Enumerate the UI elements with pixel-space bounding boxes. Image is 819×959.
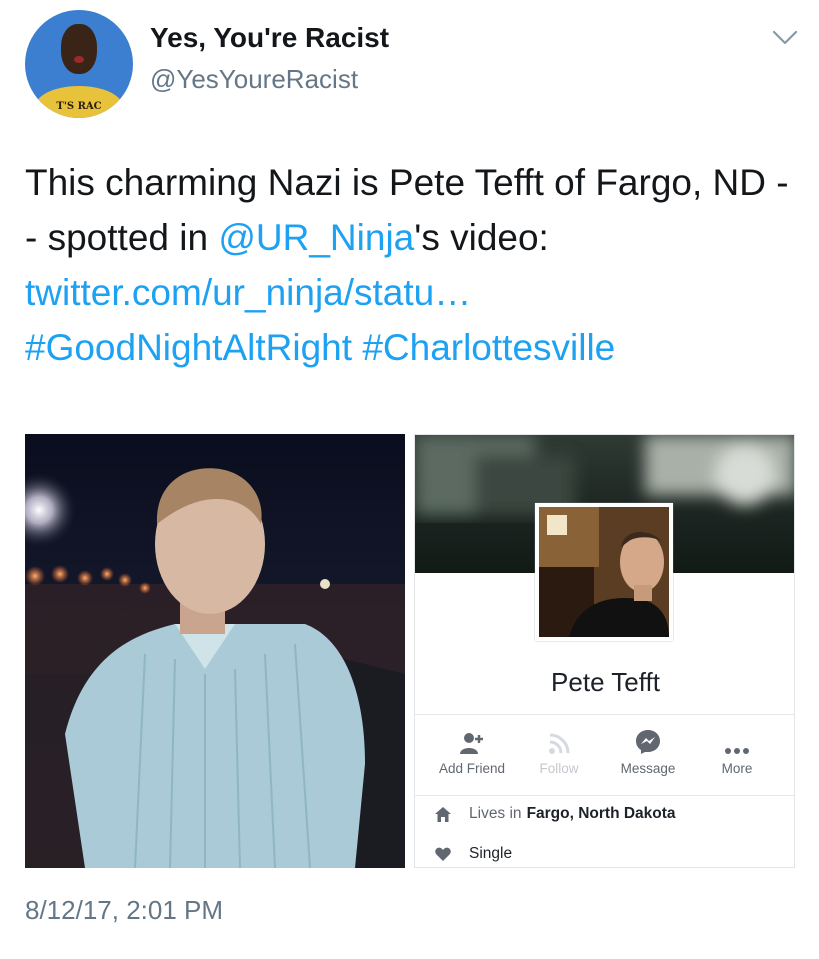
home-icon <box>433 806 453 822</box>
profile-photo-image <box>539 507 669 637</box>
more-button[interactable]: More <box>692 725 782 776</box>
avatar-face <box>61 24 97 74</box>
relationship-status: Single <box>469 845 513 862</box>
more-label: More <box>721 761 753 776</box>
follow-button[interactable]: Follow <box>514 725 604 776</box>
avatar-mouth <box>74 56 84 63</box>
mention-link[interactable]: @UR_Ninja <box>218 217 414 258</box>
lives-in-prefix: Lives in <box>469 805 522 822</box>
profile-name[interactable]: Pete Tefft <box>415 667 794 698</box>
message-label: Message <box>620 761 676 776</box>
video-still-photo[interactable] <box>25 434 405 868</box>
messenger-icon <box>603 725 693 755</box>
night-street-image <box>25 468 405 868</box>
divider <box>415 795 794 796</box>
rss-icon <box>514 725 604 755</box>
heart-icon <box>433 847 453 861</box>
hashtag-link[interactable]: #GoodNightAltRight <box>25 327 352 368</box>
author-handle[interactable]: @YesYoureRacist <box>150 64 358 95</box>
add-friend-icon <box>427 725 517 755</box>
relationship-row: Single <box>433 845 512 863</box>
follow-label: Follow <box>539 761 579 776</box>
lives-in-row: Lives in Fargo, North Dakota <box>433 805 676 823</box>
profile-picture[interactable] <box>535 503 673 641</box>
lives-in-city[interactable]: Fargo, North Dakota <box>527 805 676 823</box>
hashtag-link[interactable]: #Charlottesville <box>362 327 615 368</box>
divider <box>415 714 794 715</box>
message-button[interactable]: Message <box>603 725 693 776</box>
facebook-profile-card[interactable]: Pete Tefft Add Friend Follow Message Mor… <box>414 434 795 868</box>
chevron-down-icon[interactable] <box>772 28 798 48</box>
add-friend-label: Add Friend <box>438 761 506 776</box>
author-avatar[interactable]: T'S RAC <box>25 10 133 118</box>
url-link[interactable]: twitter.com/ur_ninja/statu… <box>25 272 471 313</box>
tweet-text: This charming Nazi is Pete Tefft of Farg… <box>25 155 795 375</box>
avatar-banner-text: T'S RAC <box>56 101 102 112</box>
add-friend-button[interactable]: Add Friend <box>427 725 517 776</box>
author-name[interactable]: Yes, You're Racist <box>150 22 389 54</box>
tweet-text-part: 's video: <box>414 217 549 258</box>
more-icon <box>692 725 782 755</box>
tweet-timestamp[interactable]: 8/12/17, 2:01 PM <box>25 895 223 926</box>
